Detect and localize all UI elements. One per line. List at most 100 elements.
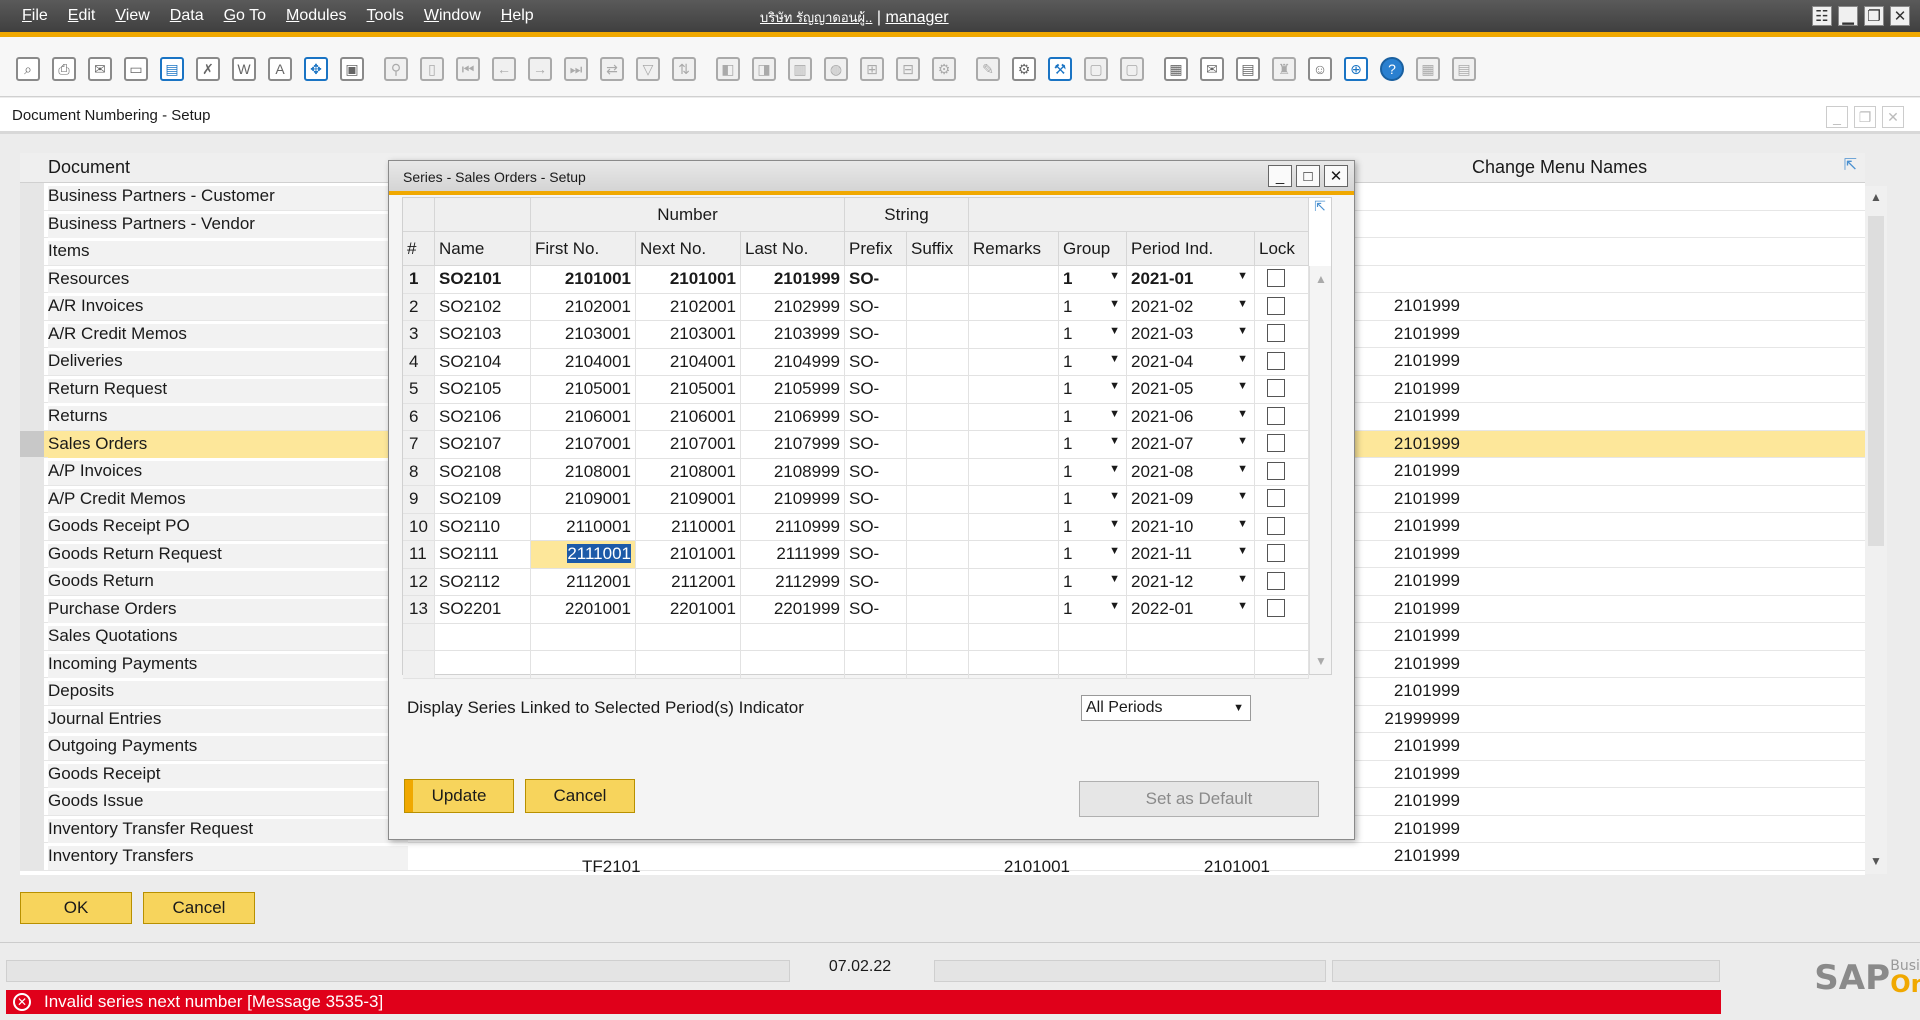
- row-selector[interactable]: [20, 265, 44, 292]
- menu-data[interactable]: Data: [170, 7, 204, 25]
- series-name-cell[interactable]: SO2108: [435, 458, 531, 486]
- sms-icon[interactable]: ▭: [124, 57, 148, 81]
- prefix-cell[interactable]: SO-: [845, 403, 907, 431]
- group-select-cell[interactable]: 1 ▼: [1059, 513, 1127, 541]
- row-selector[interactable]: [20, 705, 44, 732]
- row-selector[interactable]: [20, 293, 44, 320]
- remarks-cell[interactable]: [969, 293, 1059, 321]
- first-no-cell[interactable]: 2105001: [531, 376, 636, 404]
- scroll-thumb[interactable]: [1868, 216, 1884, 546]
- chevron-down-icon[interactable]: ▼: [1237, 463, 1248, 475]
- row-selector[interactable]: [20, 815, 44, 842]
- remarks-cell[interactable]: [969, 431, 1059, 459]
- remarks-cell[interactable]: [969, 541, 1059, 569]
- lock-cell[interactable]: [1255, 458, 1309, 486]
- series-row[interactable]: 11 SO2111 2111001 2101001 2111999 SO- 1 ▼ 2021-1…: [403, 541, 1309, 569]
- chevron-down-icon[interactable]: ▼: [1237, 408, 1248, 420]
- transaction-journal-icon[interactable]: ▥: [788, 57, 812, 81]
- row-selector[interactable]: [20, 843, 44, 870]
- col-suffix[interactable]: Suffix: [907, 232, 969, 266]
- scroll-down-icon[interactable]: ▼: [1315, 654, 1327, 668]
- chevron-down-icon[interactable]: ▼: [1237, 490, 1248, 502]
- series-row[interactable]: 3 SO2103 2103001 2103001 2103999 SO- 1 ▼ 2021-03…: [403, 321, 1309, 349]
- suffix-cell[interactable]: [907, 431, 969, 459]
- last-no-cell[interactable]: 2201999: [741, 596, 845, 624]
- chevron-down-icon[interactable]: ▼: [1109, 353, 1120, 365]
- col-name[interactable]: Name: [435, 232, 531, 266]
- row-selector[interactable]: [20, 348, 44, 375]
- group-select-cell[interactable]: 1 ▼: [1059, 431, 1127, 459]
- lock-cell[interactable]: [1255, 513, 1309, 541]
- col-first-no[interactable]: First No.: [531, 232, 636, 266]
- print-preview-icon[interactable]: ⌕: [16, 57, 40, 81]
- period-select-cell[interactable]: 2021-11 ▼: [1127, 541, 1255, 569]
- first-no-cell[interactable]: 2101001: [531, 266, 636, 294]
- refresh-icon[interactable]: ⇄: [600, 57, 624, 81]
- group-select-cell[interactable]: 1 ▼: [1059, 293, 1127, 321]
- series-row[interactable]: 9 SO2109 2109001 2109001 2109999 SO- 1 ▼ 2021-09…: [403, 486, 1309, 514]
- period-select-cell[interactable]: 2021-05 ▼: [1127, 376, 1255, 404]
- series-row[interactable]: 12 SO2112 2112001 2112001 2112999 SO- 1 ▼ 2021-1…: [403, 568, 1309, 596]
- export-pdf-icon[interactable]: A: [268, 57, 292, 81]
- series-row[interactable]: 2 SO2102 2102001 2102001 2102999 SO- 1 ▼ 2021-02…: [403, 293, 1309, 321]
- lock-checkbox[interactable]: [1267, 571, 1285, 590]
- set-as-default-button[interactable]: Set as Default: [1079, 781, 1319, 817]
- series-row[interactable]: 5 SO2105 2105001 2105001 2105999 SO- 1 ▼ 2021-05…: [403, 376, 1309, 404]
- col-lock[interactable]: Lock: [1255, 232, 1309, 266]
- row-selector[interactable]: [20, 210, 44, 237]
- prefix-cell[interactable]: SO-: [845, 541, 907, 569]
- maximize-icon[interactable]: □: [1296, 165, 1320, 187]
- last-no-cell[interactable]: 2105999: [741, 376, 845, 404]
- period-select-cell[interactable]: 2021-03 ▼: [1127, 321, 1255, 349]
- web-icon[interactable]: ⊕: [1344, 57, 1368, 81]
- chevron-down-icon[interactable]: ▼: [1237, 270, 1248, 282]
- series-name-cell[interactable]: SO2106: [435, 403, 531, 431]
- period-select-cell[interactable]: 2021-04 ▼: [1127, 348, 1255, 376]
- empty-row[interactable]: [403, 651, 1309, 679]
- chevron-down-icon[interactable]: ▼: [1109, 545, 1120, 557]
- prefix-cell[interactable]: SO-: [845, 376, 907, 404]
- group-select-cell[interactable]: 1 ▼: [1059, 596, 1127, 624]
- suffix-cell[interactable]: [907, 513, 969, 541]
- chevron-down-icon[interactable]: ▼: [1237, 600, 1248, 612]
- row-selector[interactable]: [20, 320, 44, 347]
- first-no-edit-field[interactable]: 2111001: [531, 541, 636, 569]
- lock-checkbox[interactable]: [1267, 296, 1285, 315]
- lock-cell[interactable]: [1255, 376, 1309, 404]
- fax-icon[interactable]: ▤: [160, 57, 184, 81]
- find-icon[interactable]: ⚲: [384, 57, 408, 81]
- close-icon[interactable]: ✕: [1890, 6, 1910, 26]
- first-no-cell[interactable]: 2201001: [531, 596, 636, 624]
- chevron-down-icon[interactable]: ▼: [1237, 325, 1248, 337]
- remarks-cell[interactable]: [969, 348, 1059, 376]
- menu-help[interactable]: Help: [501, 7, 534, 25]
- col-period-ind[interactable]: Period Ind.: [1127, 232, 1255, 266]
- scroll-up-icon[interactable]: ▲: [1315, 272, 1327, 286]
- series-name-cell[interactable]: SO2104: [435, 348, 531, 376]
- suffix-cell[interactable]: [907, 321, 969, 349]
- period-select-cell[interactable]: 2021-02 ▼: [1127, 293, 1255, 321]
- previous-record-icon[interactable]: ←: [492, 57, 516, 81]
- row-selector[interactable]: [20, 788, 44, 815]
- series-name-cell[interactable]: SO2111: [435, 541, 531, 569]
- series-name-cell[interactable]: [435, 623, 531, 651]
- menu-file[interactable]: File: [22, 7, 48, 25]
- series-name-cell[interactable]: SO2105: [435, 376, 531, 404]
- row-selector[interactable]: [20, 513, 44, 540]
- calculator-icon[interactable]: ▦: [1416, 57, 1440, 81]
- chevron-down-icon[interactable]: ▼: [1109, 573, 1120, 585]
- lock-cell[interactable]: [1255, 348, 1309, 376]
- first-no-cell[interactable]: [531, 651, 636, 679]
- help-icon[interactable]: ?: [1380, 57, 1404, 81]
- first-no-cell[interactable]: 2109001: [531, 486, 636, 514]
- last-no-cell[interactable]: 2108999: [741, 458, 845, 486]
- chevron-down-icon[interactable]: ▼: [1109, 490, 1120, 502]
- prefix-cell[interactable]: SO-: [845, 321, 907, 349]
- row-selector[interactable]: [20, 678, 44, 705]
- chevron-down-icon[interactable]: ▼: [1109, 463, 1120, 475]
- first-no-cell[interactable]: 2112001: [531, 568, 636, 596]
- suffix-cell[interactable]: [907, 376, 969, 404]
- group-select-cell[interactable]: 1 ▼: [1059, 348, 1127, 376]
- remarks-cell[interactable]: [969, 596, 1059, 624]
- next-no-cell[interactable]: 2101001: [636, 266, 741, 294]
